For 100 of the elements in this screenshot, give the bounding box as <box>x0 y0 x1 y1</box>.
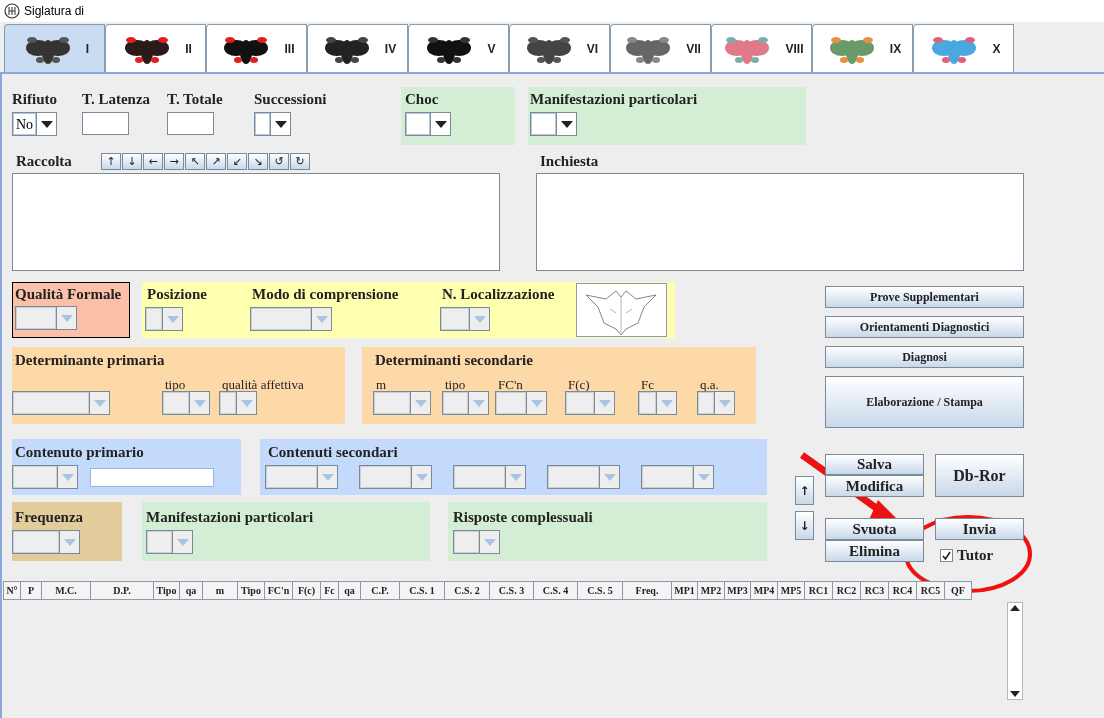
caret-icon <box>40 120 53 128</box>
column-header[interactable]: M.C. <box>41 580 91 600</box>
caret-icon <box>193 399 206 407</box>
column-header[interactable]: qa <box>179 580 203 600</box>
field-label: Modo di comprensione <box>251 285 400 303</box>
field-label: Risposte complessuali <box>453 508 594 526</box>
field-label: Choc <box>405 90 440 108</box>
column-header[interactable]: C.S. 1 <box>399 580 445 600</box>
edit-button[interactable]: Modifica <box>825 475 924 497</box>
caret-icon <box>598 399 611 407</box>
column-header[interactable]: FC'n <box>264 580 293 600</box>
scroll-up-icon[interactable] <box>1010 604 1020 611</box>
input-field[interactable] <box>167 112 214 135</box>
column-header[interactable]: C.S. 4 <box>533 580 578 600</box>
arrow-button[interactable]: ↖ <box>185 153 205 170</box>
dropdown[interactable] <box>405 112 451 136</box>
arrow-button[interactable]: ↙ <box>227 153 247 170</box>
tab[interactable]: VI <box>509 24 610 72</box>
tab[interactable]: II <box>105 24 206 72</box>
arrow-button[interactable]: ↻ <box>290 153 310 170</box>
delete-button[interactable]: Elimina <box>825 540 924 562</box>
caret-icon <box>414 399 427 407</box>
action-button[interactable]: Diagnosi <box>825 346 1024 368</box>
caret-icon <box>415 473 428 481</box>
caret-icon <box>93 399 106 407</box>
column-header[interactable]: C.P. <box>360 580 400 600</box>
arrow-button[interactable]: ↗ <box>206 153 226 170</box>
column-header[interactable]: MP5 <box>777 580 805 600</box>
save-button[interactable]: Salva <box>825 454 924 475</box>
send-button[interactable]: Invia <box>935 518 1024 540</box>
column-header[interactable]: Fc <box>320 580 339 600</box>
column-header[interactable]: Tipo <box>237 580 265 600</box>
caret-icon <box>472 399 485 407</box>
column-header[interactable]: RC5 <box>916 580 945 600</box>
tab[interactable]: X <box>913 24 1014 72</box>
scroll-down-icon[interactable] <box>1010 690 1020 697</box>
arrow-button[interactable]: ↘ <box>248 153 268 170</box>
tab[interactable]: V <box>408 24 509 72</box>
text-area[interactable] <box>536 173 1024 271</box>
dropdown[interactable]: No <box>12 112 57 136</box>
field-label: Rifiuto <box>12 90 58 108</box>
input-field[interactable] <box>82 112 129 135</box>
column-header[interactable]: qa <box>338 580 361 600</box>
caret-icon <box>560 120 573 128</box>
arrow-button[interactable]: ↓ <box>122 153 142 170</box>
column-header[interactable]: F(c) <box>292 580 321 600</box>
arrow-button[interactable]: ↓ <box>795 511 814 540</box>
field-label: Qualità Formale <box>15 285 123 303</box>
column-header[interactable]: RC4 <box>888 580 917 600</box>
arrow-button[interactable]: ↑ <box>101 153 121 170</box>
column-header[interactable]: MP4 <box>750 580 778 600</box>
field-label: Manifestazioni particolari <box>530 90 699 108</box>
column-header[interactable]: MP1 <box>671 580 698 600</box>
caret-icon <box>603 473 616 481</box>
caret-icon <box>509 473 522 481</box>
column-header[interactable]: QF <box>944 580 972 600</box>
tab[interactable]: IV <box>307 24 408 72</box>
column-header[interactable]: RC3 <box>860 580 889 600</box>
tab[interactable]: III <box>206 24 307 72</box>
tab[interactable]: VII <box>610 24 711 72</box>
column-header[interactable]: P <box>20 580 42 600</box>
caret-icon <box>718 399 731 407</box>
action-button[interactable]: Prove Supplementari <box>825 286 1024 308</box>
column-header[interactable]: N° <box>3 580 21 600</box>
tab[interactable]: VIII <box>711 24 812 72</box>
column-header[interactable]: Freq. <box>622 580 672 600</box>
logo-icon <box>4 3 20 19</box>
input-field[interactable] <box>90 467 214 487</box>
tab[interactable]: I <box>4 24 105 72</box>
dropdown[interactable] <box>530 112 577 136</box>
tutor-checkbox[interactable]: Tutor <box>940 544 1024 567</box>
scrollbar[interactable] <box>1007 601 1023 700</box>
arrow-button[interactable]: ↑ <box>795 476 814 505</box>
caret-icon <box>315 315 328 323</box>
column-header[interactable]: MP3 <box>724 580 751 600</box>
arrow-button[interactable]: ↺ <box>269 153 289 170</box>
column-header[interactable]: Tipo <box>153 580 180 600</box>
column-header[interactable]: RC1 <box>804 580 833 600</box>
column-header[interactable]: C.S. 2 <box>444 580 490 600</box>
column-header[interactable]: MP2 <box>697 580 725 600</box>
database-button[interactable]: Db-Ror <box>935 454 1024 497</box>
clear-button[interactable]: Svuota <box>825 518 924 540</box>
arrow-button[interactable]: ← <box>143 153 163 170</box>
column-header[interactable]: C.S. 3 <box>489 580 534 600</box>
field-label: tipo <box>165 377 186 392</box>
window-title: Siglatura di <box>24 3 85 20</box>
caret-icon <box>483 538 496 546</box>
field-label: Raccolta <box>15 152 73 170</box>
action-button[interactable]: Orientamenti Diagnostici <box>825 316 1024 338</box>
caret-icon <box>473 315 486 323</box>
column-header[interactable]: C.S. 5 <box>577 580 623 600</box>
dropdown[interactable] <box>254 112 291 136</box>
field-label: T. Latenza <box>82 90 152 108</box>
column-header[interactable]: D.P. <box>90 580 154 600</box>
tab[interactable]: IX <box>812 24 913 72</box>
column-header[interactable]: RC2 <box>832 580 861 600</box>
column-header[interactable]: m <box>202 580 238 600</box>
arrow-button[interactable]: → <box>164 153 184 170</box>
action-button[interactable]: Elaborazione / Stampa <box>825 376 1024 428</box>
text-area[interactable] <box>12 173 500 271</box>
